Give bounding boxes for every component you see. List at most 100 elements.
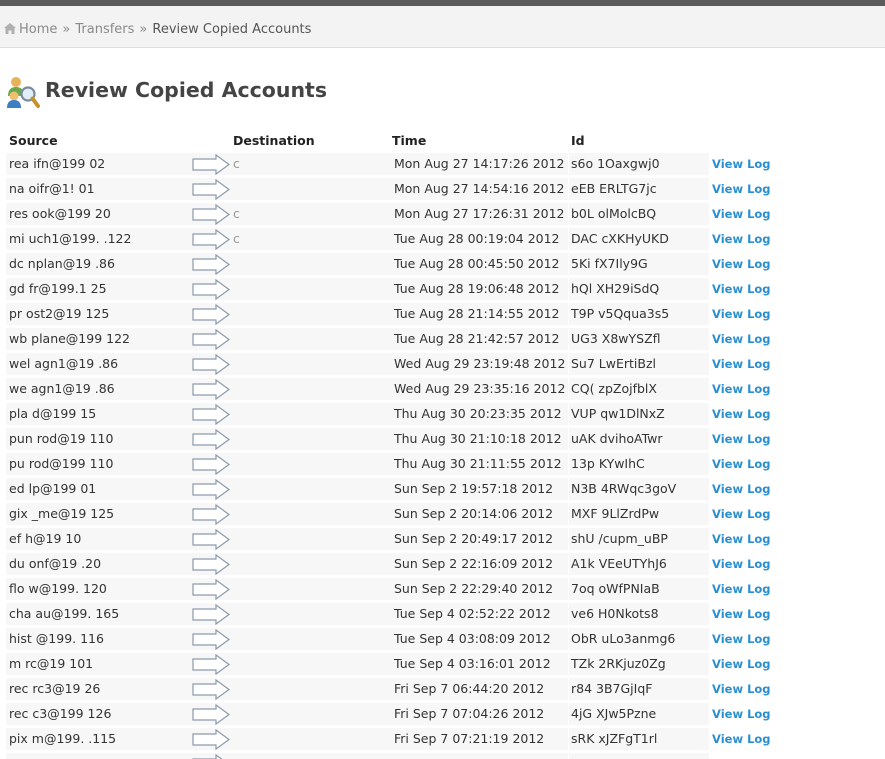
destination-account <box>232 278 392 300</box>
destination-account <box>232 603 392 625</box>
transfer-time: Sun Sep 2 20:14:06 2012 <box>392 503 568 525</box>
destination-account <box>232 678 392 700</box>
view-log-link[interactable]: View Log <box>712 453 770 475</box>
destination-account <box>232 653 392 675</box>
breadcrumb-home-link[interactable]: Home <box>19 22 57 37</box>
view-log-link[interactable]: View Log <box>712 528 770 550</box>
view-log-link[interactable]: View Log <box>712 278 770 300</box>
table-row: mi uch1@199. .122 c Tue Aug 28 00:19:04 20… <box>0 227 885 252</box>
transfer-time <box>392 753 568 759</box>
table-row: pun rod@19 110 Thu Aug 30 21:10:18 2012 uA… <box>0 427 885 452</box>
transfer-time: Fri Sep 7 07:04:26 2012 <box>392 703 568 725</box>
transfer-id: ve6 H0Nkots8 <box>569 603 709 625</box>
right-arrow-icon <box>192 328 231 351</box>
transfer-id: 5Ki fX7Ily9G <box>569 253 709 275</box>
transfer-time: Mon Aug 27 14:17:26 2012 <box>392 153 568 175</box>
transfer-time: Tue Aug 28 00:45:50 2012 <box>392 253 568 275</box>
table-header: Source Destination Time Id <box>0 133 885 151</box>
right-arrow-icon <box>192 278 231 301</box>
view-log-link[interactable]: View Log <box>712 253 770 275</box>
right-arrow-icon <box>192 728 231 751</box>
column-header-time: Time <box>392 133 427 148</box>
transfer-id: 4jG XJw5Pzne <box>569 703 709 725</box>
view-log-link[interactable]: View Log <box>712 678 770 700</box>
destination-account <box>232 753 392 759</box>
table-row: m rc@19 101 Tue Sep 4 03:16:01 2012 TZk 2R… <box>0 652 885 677</box>
view-log-link[interactable]: View Log <box>712 553 770 575</box>
transfer-time: Sun Sep 2 19:57:18 2012 <box>392 478 568 500</box>
table-row: flo w@199. 120 Sun Sep 2 22:29:40 2012 7oq… <box>0 577 885 602</box>
transfer-id: 7oq oWfPNIaB <box>569 578 709 600</box>
view-log-link[interactable]: View Log <box>712 328 770 350</box>
view-log-link[interactable]: View Log <box>712 503 770 525</box>
table-row: pix m@199. .115 Fri Sep 7 07:21:19 2012 sR… <box>0 727 885 752</box>
destination-account <box>232 703 392 725</box>
breadcrumb: Home » Transfers » Review Copied Accounts <box>4 22 311 37</box>
page-title: Review Copied Accounts <box>45 78 328 102</box>
transfer-time: Wed Aug 29 23:35:16 2012 <box>392 378 568 400</box>
view-log-link[interactable]: View Log <box>712 153 770 175</box>
transfer-id: DAC cXKHyUKD <box>569 228 709 250</box>
right-arrow-icon <box>192 403 231 426</box>
table-row: gd fr@199.1 25 Tue Aug 28 19:06:48 2012 hQ… <box>0 277 885 302</box>
destination-account: c <box>232 203 392 225</box>
view-log-link[interactable]: View Log <box>712 603 770 625</box>
view-log-link[interactable]: View Log <box>712 728 770 750</box>
right-arrow-icon <box>192 703 231 726</box>
destination-account: c <box>232 153 392 175</box>
table-row: na oifr@1! 01 Mon Aug 27 14:54:16 2012 eEB… <box>0 177 885 202</box>
transfer-id: VUP qw1DlNxZ <box>569 403 709 425</box>
breadcrumb-separator: » <box>62 22 71 37</box>
table-row: rec c3@199 126 Fri Sep 7 07:04:26 2012 4jG… <box>0 702 885 727</box>
view-log-link[interactable]: View Log <box>712 228 770 250</box>
view-log-link[interactable]: View Log <box>712 378 770 400</box>
view-log-link[interactable]: View Log <box>712 303 770 325</box>
transfer-time: Sun Sep 2 20:49:17 2012 <box>392 528 568 550</box>
transfer-time: Tue Sep 4 03:08:09 2012 <box>392 628 568 650</box>
right-arrow-icon <box>192 578 231 601</box>
breadcrumb-separator: » <box>139 22 148 37</box>
transfer-time: Fri Sep 7 07:21:19 2012 <box>392 728 568 750</box>
view-log-link[interactable]: View Log <box>712 703 770 725</box>
destination-account <box>232 353 392 375</box>
transfer-id: r84 3B7GjIqF <box>569 678 709 700</box>
transfer-time: Thu Aug 30 21:11:55 2012 <box>392 453 568 475</box>
view-log-link[interactable]: View Log <box>712 578 770 600</box>
transfer-id: MXF 9LlZrdPw <box>569 503 709 525</box>
users-search-icon <box>7 77 40 108</box>
view-log-link[interactable]: View Log <box>712 628 770 650</box>
transfer-time: Tue Sep 4 02:52:22 2012 <box>392 603 568 625</box>
transfer-id: CQ( zpZojfblX <box>569 378 709 400</box>
transfer-time: Thu Aug 30 20:23:35 2012 <box>392 403 568 425</box>
destination-account <box>232 328 392 350</box>
destination-account <box>232 628 392 650</box>
transfer-id: uAK dvihoATwr <box>569 428 709 450</box>
view-log-link[interactable]: View Log <box>712 203 770 225</box>
breadcrumb-current: Review Copied Accounts <box>152 22 312 37</box>
breadcrumb-transfers-link[interactable]: Transfers <box>75 22 134 37</box>
transfer-id: T9P v5Qqua3s5 <box>569 303 709 325</box>
transfer-id: s6o 1Oaxgwj0 <box>569 153 709 175</box>
right-arrow-icon <box>192 453 231 476</box>
transfer-id: TZk 2RKjuz0Zg <box>569 653 709 675</box>
transfer-id: shU /cupm_uBP <box>569 528 709 550</box>
view-log-link[interactable]: View Log <box>712 428 770 450</box>
view-log-link[interactable]: View Log <box>712 353 770 375</box>
view-log-link[interactable]: View Log <box>712 653 770 675</box>
destination-account <box>232 503 392 525</box>
view-log-link[interactable]: View Log <box>712 178 770 200</box>
table-row: hist @199. 116 Tue Sep 4 03:08:09 2012 ObR… <box>0 627 885 652</box>
transfer-id: ObR uLo3anmg6 <box>569 628 709 650</box>
right-arrow-icon <box>192 303 231 326</box>
destination-account <box>232 553 392 575</box>
destination-account <box>232 253 392 275</box>
transfer-id: sRK xJZFgT1rl <box>569 728 709 750</box>
view-log-link[interactable]: View Log <box>712 403 770 425</box>
table-row: pr ost2@19 125 Tue Aug 28 21:14:55 2012 T9… <box>0 302 885 327</box>
view-log-link[interactable]: View Log <box>712 478 770 500</box>
table-row: dc nplan@19 .86 Tue Aug 28 00:45:50 2012 5… <box>0 252 885 277</box>
destination-account <box>232 453 392 475</box>
right-arrow-icon <box>192 753 230 759</box>
right-arrow-icon <box>192 603 231 626</box>
right-arrow-icon <box>192 378 231 401</box>
